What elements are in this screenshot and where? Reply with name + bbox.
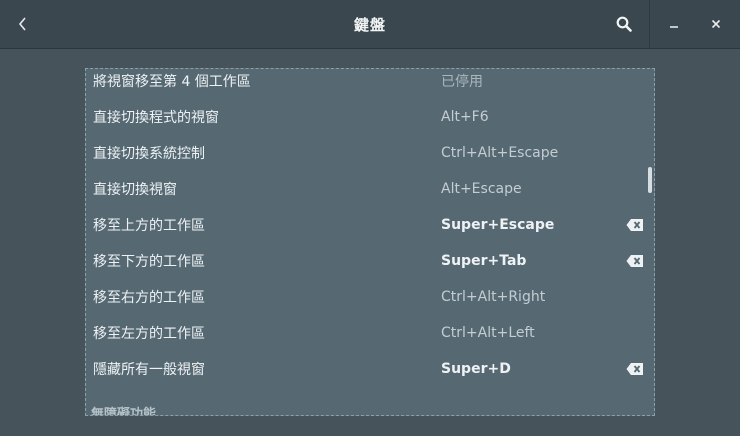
shortcut-row[interactable]: 直接切換視窗 Alt+Escape (86, 171, 654, 207)
shortcut-keys: Super+Tab (441, 253, 527, 269)
header-separator (649, 0, 650, 48)
close-button[interactable] (702, 10, 730, 38)
shortcut-row[interactable]: 移至左方的工作區 Ctrl+Alt+Left (86, 315, 654, 351)
search-button[interactable] (604, 8, 644, 40)
shortcut-name: 隱藏所有一般視窗 (93, 362, 205, 378)
shortcut-name: 移至下方的工作區 (93, 254, 205, 270)
scrollbar-thumb[interactable] (648, 167, 652, 193)
close-icon (711, 19, 721, 29)
shortcut-keys: Ctrl+Alt+Right (441, 289, 546, 305)
backspace-icon[interactable] (626, 218, 644, 232)
shortcut-list: 將視窗移至第 4 個工作區 已停用 直接切換程式的視窗 Alt+F6 直接切換系… (85, 68, 655, 416)
shortcut-name: 移至右方的工作區 (93, 290, 205, 306)
shortcut-keys: Ctrl+Alt+Left (441, 325, 535, 341)
shortcut-keys: Alt+Escape (441, 181, 522, 197)
shortcut-keys: 已停用 (441, 74, 483, 90)
shortcut-row[interactable]: 將視窗移至第 4 個工作區 已停用 (86, 69, 654, 99)
shortcut-keys: Ctrl+Alt+Escape (441, 145, 559, 161)
shortcut-row[interactable]: 直接切換系統控制 Ctrl+Alt+Escape (86, 135, 654, 171)
shortcut-keys: Alt+F6 (441, 109, 489, 125)
shortcut-name: 直接切換視窗 (93, 182, 177, 198)
shortcut-keys: Super+D (441, 361, 511, 377)
backspace-icon[interactable] (626, 362, 644, 376)
shortcut-name: 移至上方的工作區 (93, 218, 205, 234)
shortcut-name: 將視窗移至第 4 個工作區 (93, 74, 251, 90)
shortcut-row[interactable]: 隱藏所有一般視窗 Super+D (86, 351, 654, 387)
search-icon (616, 16, 632, 32)
minimize-icon (670, 26, 678, 28)
shortcut-keys: Super+Escape (441, 217, 555, 233)
shortcut-name: 直接切換系統控制 (93, 146, 205, 162)
minimize-button[interactable] (660, 10, 688, 38)
shortcut-name: 移至左方的工作區 (93, 326, 205, 342)
shortcut-name: 直接切換程式的視窗 (93, 110, 219, 126)
shortcut-row[interactable]: 直接切換程式的視窗 Alt+F6 (86, 99, 654, 135)
section-heading-accessibility: 無障礙功能 (91, 407, 157, 416)
shortcut-row[interactable]: 移至右方的工作區 Ctrl+Alt+Right (86, 279, 654, 315)
shortcut-row[interactable]: 移至上方的工作區 Super+Escape (86, 207, 654, 243)
backspace-icon[interactable] (626, 254, 644, 268)
header-bar: 鍵盤 (0, 0, 740, 49)
shortcut-row[interactable]: 移至下方的工作區 Super+Tab (86, 243, 654, 279)
